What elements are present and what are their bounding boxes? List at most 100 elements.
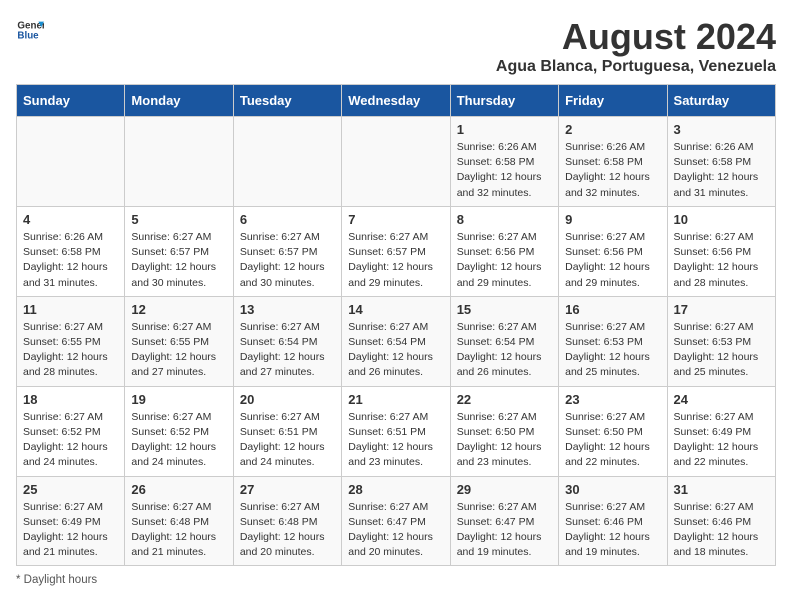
day-number: 14 <box>348 302 443 317</box>
calendar-cell: 29 Sunrise: 6:27 AM Sunset: 6:47 PM Dayli… <box>450 476 558 566</box>
header-sunday: Sunday <box>17 85 125 117</box>
day-info: Sunrise: 6:27 AM Sunset: 6:56 PM Dayligh… <box>457 230 552 291</box>
day-number: 16 <box>565 302 660 317</box>
day-number: 15 <box>457 302 552 317</box>
day-number: 29 <box>457 482 552 497</box>
day-info: Sunrise: 6:27 AM Sunset: 6:52 PM Dayligh… <box>23 410 118 471</box>
day-info: Sunrise: 6:27 AM Sunset: 6:51 PM Dayligh… <box>348 410 443 471</box>
day-info: Sunrise: 6:27 AM Sunset: 6:56 PM Dayligh… <box>674 230 769 291</box>
day-number: 31 <box>674 482 769 497</box>
calendar-cell: 25Sunrise: 6:27 AM Sunset: 6:49 PM Dayli… <box>17 476 125 566</box>
header-friday: Friday <box>559 85 667 117</box>
calendar-cell: 19 Sunrise: 6:27 AM Sunset: 6:52 PM Dayli… <box>125 386 233 476</box>
day-info: Sunrise: 6:27 AM Sunset: 6:52 PM Dayligh… <box>131 410 226 471</box>
day-info: Sunrise: 6:27 AM Sunset: 6:47 PM Dayligh… <box>348 500 443 561</box>
day-number: 12 <box>131 302 226 317</box>
day-info: Sunrise: 6:27 AM Sunset: 6:48 PM Dayligh… <box>240 500 335 561</box>
day-info: Sunrise: 6:27 AM Sunset: 6:46 PM Dayligh… <box>565 500 660 561</box>
day-info: Sunrise: 6:27 AM Sunset: 6:46 PM Dayligh… <box>674 500 769 561</box>
day-info: Sunrise: 6:26 AM Sunset: 6:58 PM Dayligh… <box>674 140 769 201</box>
calendar-cell: 8 Sunrise: 6:27 AM Sunset: 6:56 PM Daylig… <box>450 206 558 296</box>
day-info: Sunrise: 6:27 AM Sunset: 6:55 PM Dayligh… <box>131 320 226 381</box>
day-number: 5 <box>131 212 226 227</box>
day-number: 7 <box>348 212 443 227</box>
calendar-cell: 11 Sunrise: 6:27 AM Sunset: 6:55 PM Dayli… <box>17 296 125 386</box>
calendar-cell: 15 Sunrise: 6:27 AM Sunset: 6:54 PM Dayli… <box>450 296 558 386</box>
day-number: 27 <box>240 482 335 497</box>
calendar-cell <box>233 117 341 207</box>
month-title: August 2024 <box>496 16 776 58</box>
calendar-cell: 10 Sunrise: 6:27 AM Sunset: 6:56 PM Dayli… <box>667 206 775 296</box>
day-info: Sunrise: 6:27 AM Sunset: 6:49 PM Dayligh… <box>23 500 118 561</box>
calendar-header-row: SundayMondayTuesdayWednesdayThursdayFrid… <box>17 85 776 117</box>
calendar-cell: 26 Sunrise: 6:27 AM Sunset: 6:48 PM Dayli… <box>125 476 233 566</box>
day-number: 9 <box>565 212 660 227</box>
title-area: August 2024 Agua Blanca, Portuguesa, Ven… <box>496 16 776 76</box>
day-number: 17 <box>674 302 769 317</box>
calendar-cell: 18 Sunrise: 6:27 AM Sunset: 6:52 PM Dayli… <box>17 386 125 476</box>
day-info: Sunrise: 6:27 AM Sunset: 6:56 PM Dayligh… <box>565 230 660 291</box>
calendar-cell: 7 Sunrise: 6:27 AM Sunset: 6:57 PM Daylig… <box>342 206 450 296</box>
day-number: 10 <box>674 212 769 227</box>
calendar-cell <box>342 117 450 207</box>
day-info: Sunrise: 6:27 AM Sunset: 6:54 PM Dayligh… <box>348 320 443 381</box>
week-row-2: 4Sunrise: 6:26 AM Sunset: 6:58 PM Daylig… <box>17 206 776 296</box>
day-info: Sunrise: 6:27 AM Sunset: 6:57 PM Dayligh… <box>348 230 443 291</box>
calendar-cell: 24 Sunrise: 6:27 AM Sunset: 6:49 PM Dayli… <box>667 386 775 476</box>
logo: General Blue <box>16 16 44 44</box>
week-row-5: 25Sunrise: 6:27 AM Sunset: 6:49 PM Dayli… <box>17 476 776 566</box>
day-number: 24 <box>674 392 769 407</box>
footer-note: * Daylight hours <box>16 574 776 586</box>
calendar-cell: 5 Sunrise: 6:27 AM Sunset: 6:57 PM Daylig… <box>125 206 233 296</box>
day-number: 22 <box>457 392 552 407</box>
day-info: Sunrise: 6:27 AM Sunset: 6:54 PM Dayligh… <box>457 320 552 381</box>
day-number: 30 <box>565 482 660 497</box>
day-number: 18 <box>23 392 118 407</box>
day-number: 21 <box>348 392 443 407</box>
day-number: 26 <box>131 482 226 497</box>
day-info: Sunrise: 6:27 AM Sunset: 6:47 PM Dayligh… <box>457 500 552 561</box>
day-number: 3 <box>674 122 769 137</box>
day-info: Sunrise: 6:27 AM Sunset: 6:53 PM Dayligh… <box>674 320 769 381</box>
day-number: 1 <box>457 122 552 137</box>
day-info: Sunrise: 6:27 AM Sunset: 6:50 PM Dayligh… <box>457 410 552 471</box>
svg-text:Blue: Blue <box>17 30 39 41</box>
calendar-cell: 2 Sunrise: 6:26 AM Sunset: 6:58 PM Daylig… <box>559 117 667 207</box>
day-number: 13 <box>240 302 335 317</box>
day-info: Sunrise: 6:26 AM Sunset: 6:58 PM Dayligh… <box>23 230 118 291</box>
day-info: Sunrise: 6:27 AM Sunset: 6:55 PM Dayligh… <box>23 320 118 381</box>
calendar-cell: 4Sunrise: 6:26 AM Sunset: 6:58 PM Daylig… <box>17 206 125 296</box>
calendar-cell: 21 Sunrise: 6:27 AM Sunset: 6:51 PM Dayli… <box>342 386 450 476</box>
day-number: 11 <box>23 302 118 317</box>
calendar-cell: 16 Sunrise: 6:27 AM Sunset: 6:53 PM Dayli… <box>559 296 667 386</box>
header-monday: Monday <box>125 85 233 117</box>
day-number: 2 <box>565 122 660 137</box>
header-thursday: Thursday <box>450 85 558 117</box>
day-number: 8 <box>457 212 552 227</box>
calendar-cell: 14 Sunrise: 6:27 AM Sunset: 6:54 PM Dayli… <box>342 296 450 386</box>
day-number: 19 <box>131 392 226 407</box>
day-number: 23 <box>565 392 660 407</box>
calendar-cell: 6Sunrise: 6:27 AM Sunset: 6:57 PM Daylig… <box>233 206 341 296</box>
day-info: Sunrise: 6:27 AM Sunset: 6:48 PM Dayligh… <box>131 500 226 561</box>
week-row-4: 18 Sunrise: 6:27 AM Sunset: 6:52 PM Dayli… <box>17 386 776 476</box>
calendar-cell <box>125 117 233 207</box>
header-saturday: Saturday <box>667 85 775 117</box>
calendar-cell: 27 Sunrise: 6:27 AM Sunset: 6:48 PM Dayli… <box>233 476 341 566</box>
calendar-cell <box>17 117 125 207</box>
calendar-cell: 1Sunrise: 6:26 AM Sunset: 6:58 PM Daylig… <box>450 117 558 207</box>
calendar-cell: 31 Sunrise: 6:27 AM Sunset: 6:46 PM Dayli… <box>667 476 775 566</box>
calendar-cell: 12 Sunrise: 6:27 AM Sunset: 6:55 PM Dayli… <box>125 296 233 386</box>
week-row-1: 1 Sunrise: 6:26 AM Sunset: 6:58 PM Daylig… <box>17 117 776 207</box>
header: General Blue August 2024 Agua Blanca, Po… <box>16 16 776 76</box>
header-tuesday: Tuesday <box>233 85 341 117</box>
day-info: Sunrise: 6:27 AM Sunset: 6:49 PM Dayligh… <box>674 410 769 471</box>
day-info: Sunrise: 6:27 AM Sunset: 6:53 PM Dayligh… <box>565 320 660 381</box>
location-title: Agua Blanca, Portuguesa, Venezuela <box>496 58 776 76</box>
day-info: Sunrise: 6:26 AM Sunset: 6:58 PM Dayligh… <box>565 140 660 201</box>
calendar-cell: 28Sunrise: 6:27 AM Sunset: 6:47 PM Dayli… <box>342 476 450 566</box>
day-info: Sunrise: 6:27 AM Sunset: 6:50 PM Dayligh… <box>565 410 660 471</box>
calendar-cell: 22 Sunrise: 6:27 AM Sunset: 6:50 PM Dayli… <box>450 386 558 476</box>
day-info: Sunrise: 6:27 AM Sunset: 6:51 PM Dayligh… <box>240 410 335 471</box>
day-info: Sunrise: 6:27 AM Sunset: 6:57 PM Dayligh… <box>131 230 226 291</box>
